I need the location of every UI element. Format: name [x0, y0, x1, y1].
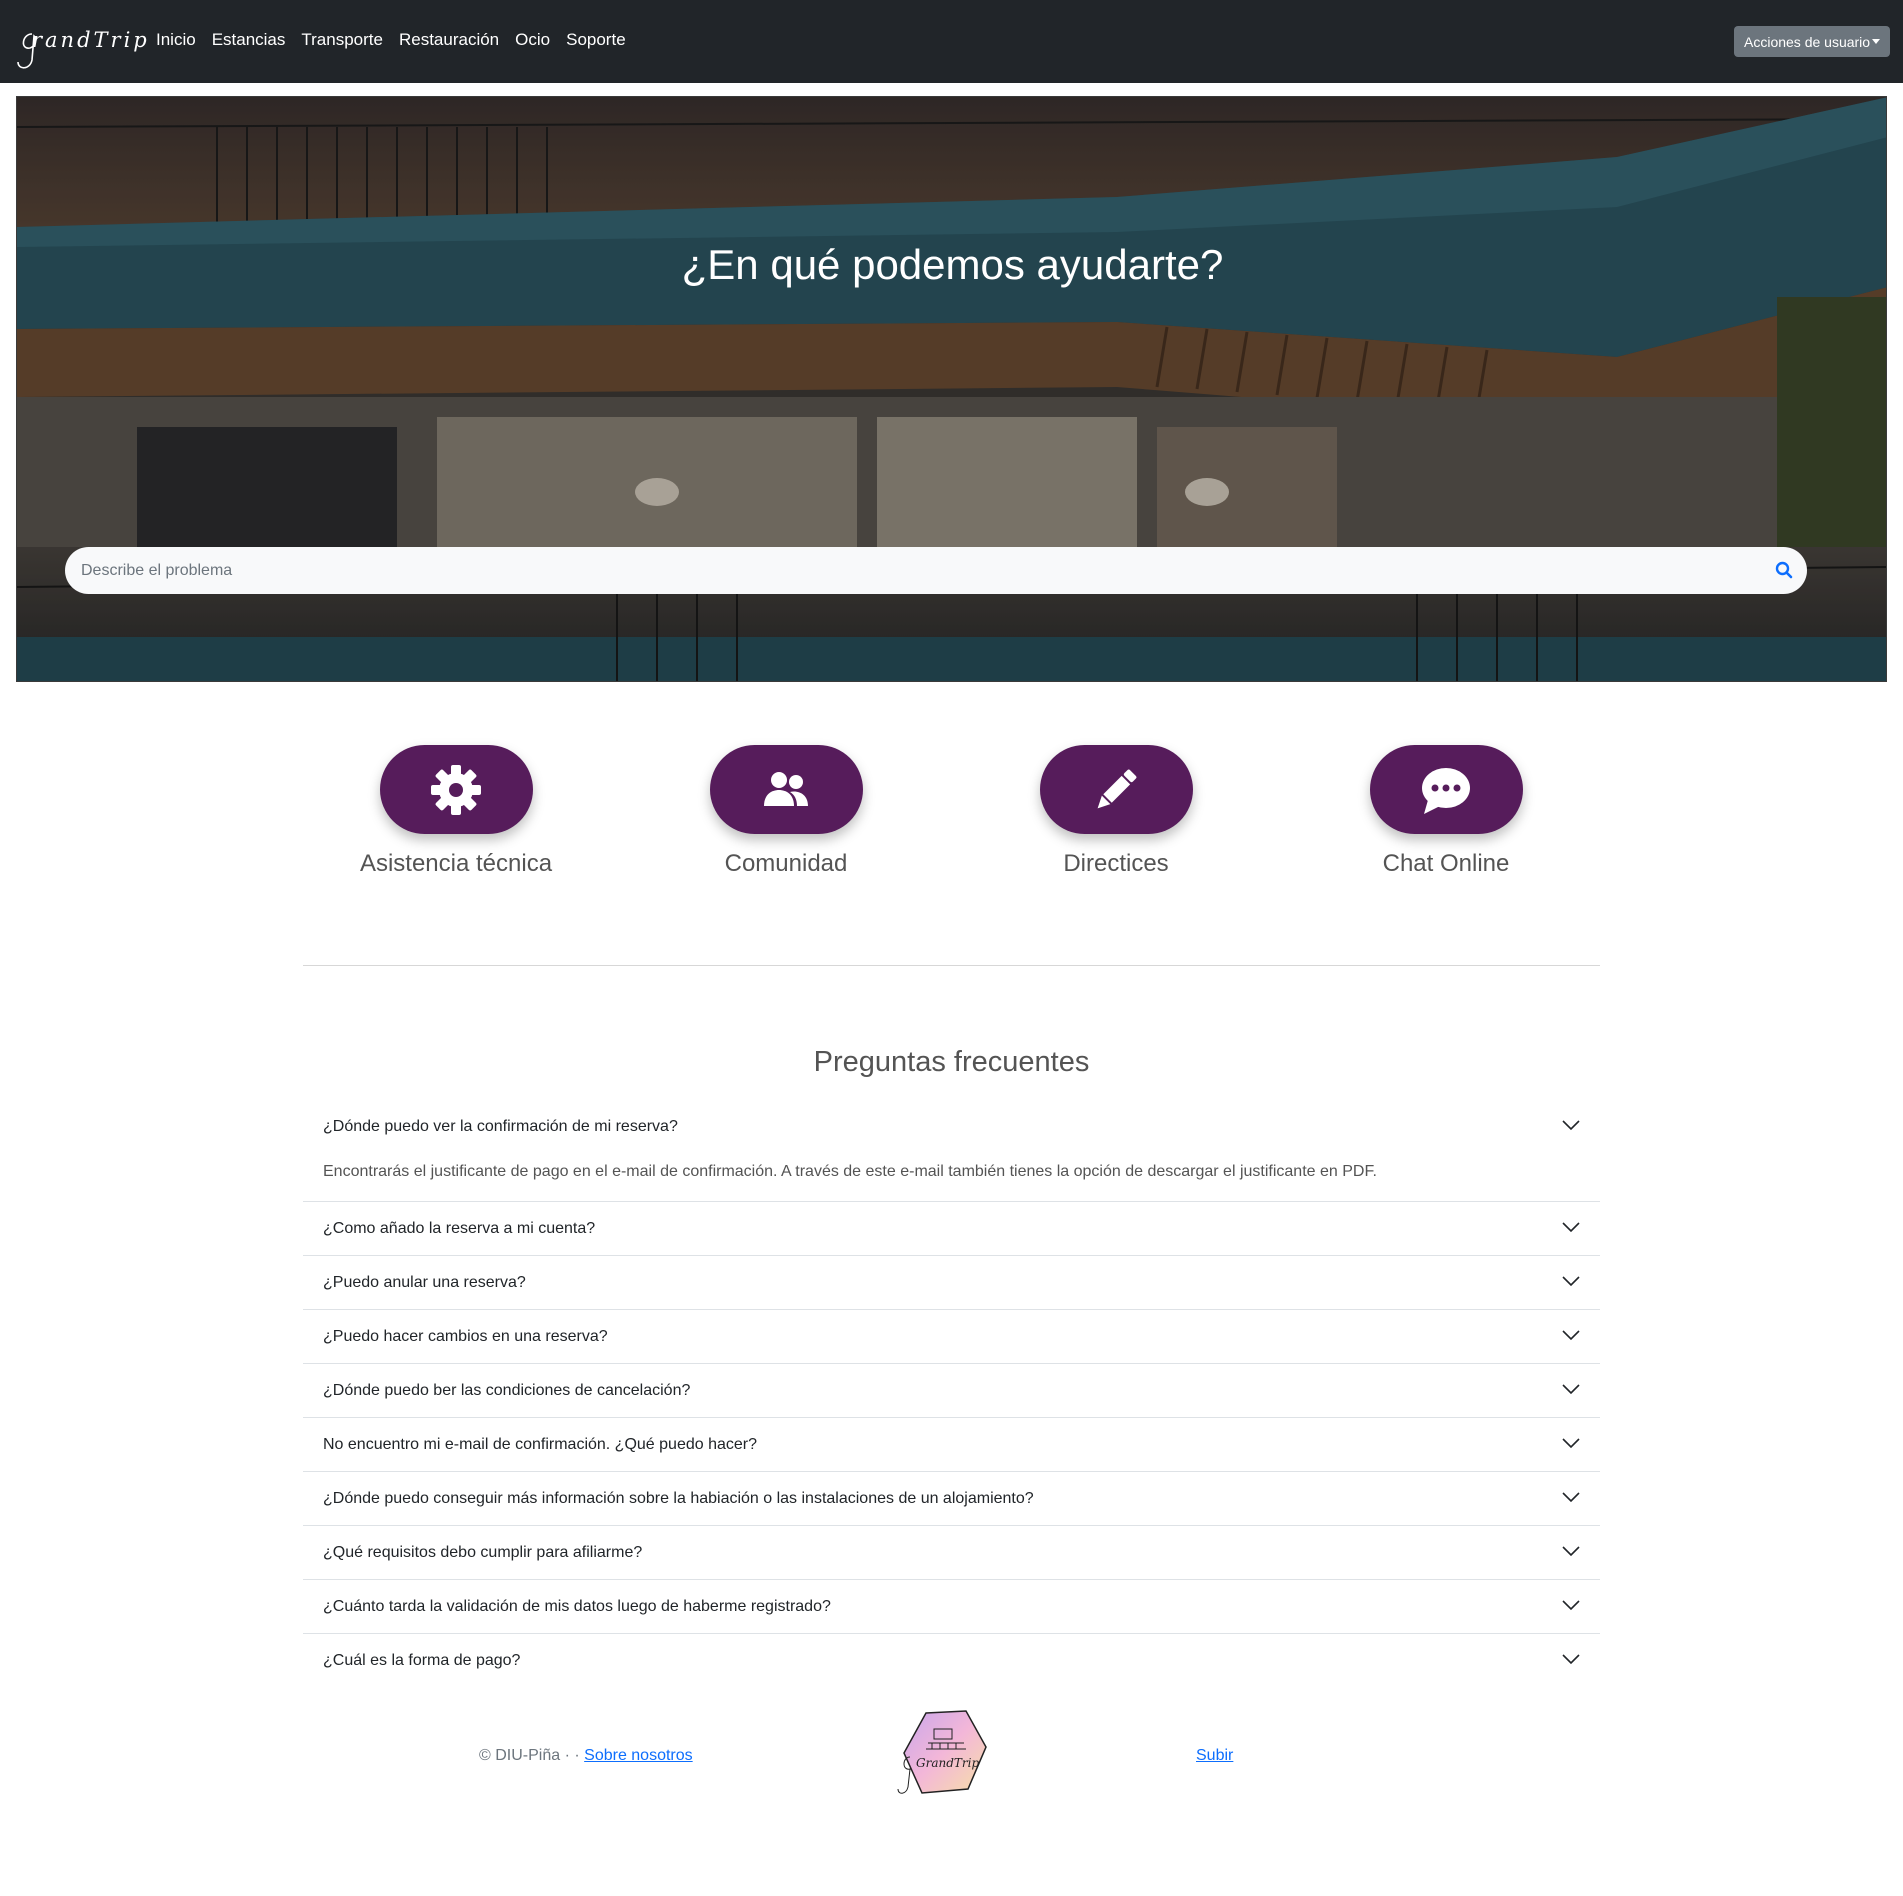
hero-background-image	[17, 97, 1886, 681]
brand-text: randTrip	[32, 28, 150, 52]
faq-question[interactable]: ¿Como añado la reserva a mi cuenta?	[303, 1202, 1600, 1255]
faq-question-text: ¿Cuál es la forma de pago?	[323, 1651, 521, 1669]
chevron-down-icon	[1562, 1276, 1580, 1287]
faq-question-text: ¿Puedo anular una reserva?	[323, 1273, 526, 1291]
nav-link-ocio[interactable]: Ocio	[515, 30, 550, 50]
chevron-down-icon	[1562, 1384, 1580, 1395]
faq-item: ¿Puedo anular una reserva?	[303, 1256, 1600, 1310]
caret-down-icon	[1872, 39, 1880, 44]
chevron-down-icon	[1562, 1492, 1580, 1503]
about-link[interactable]: Sobre nosotros	[584, 1747, 693, 1764]
user-actions-label: Acciones de usuario	[1744, 33, 1871, 50]
faq-question[interactable]: ¿Dónde puedo conseguir más información s…	[303, 1472, 1600, 1525]
section-divider	[303, 965, 1600, 966]
faq-question[interactable]: ¿Puedo hacer cambios en una reserva?	[303, 1310, 1600, 1363]
chevron-down-icon	[1562, 1654, 1580, 1665]
nav-link-soporte[interactable]: Soporte	[566, 30, 626, 50]
main-nav: Inicio Estancias Transporte Restauración…	[156, 30, 642, 50]
chevron-down-icon	[1562, 1438, 1580, 1449]
nav-link-restauracion[interactable]: Restauración	[399, 30, 499, 50]
faq-question-text: ¿Como añado la reserva a mi cuenta?	[323, 1219, 596, 1237]
faq-item: ¿Cuál es la forma de pago?	[303, 1634, 1600, 1687]
chat-icon	[1422, 767, 1470, 814]
faq-question[interactable]: ¿Cuál es la forma de pago?	[303, 1634, 1600, 1687]
faq-question-text: ¿Dónde puedo ver la confirmación de mi r…	[323, 1117, 678, 1135]
search-bar	[65, 547, 1807, 594]
faq-question-text: ¿Puedo hacer cambios en una reserva?	[323, 1327, 608, 1345]
copyright-text: © DIU-Piña · ·	[479, 1747, 580, 1764]
faq-question-text: ¿Qué requisitos debo cumplir para afilia…	[323, 1543, 643, 1561]
category-pill[interactable]	[709, 745, 863, 834]
brand-logo[interactable]: randTrip	[14, 20, 147, 72]
search-icon[interactable]	[1775, 561, 1793, 579]
footer-logo[interactable]: GrandTrip	[896, 1707, 992, 1799]
category-pill[interactable]	[1369, 745, 1523, 834]
faq-item: ¿Dónde puedo conseguir más información s…	[303, 1472, 1600, 1526]
pencil-icon	[1097, 769, 1137, 808]
chevron-down-icon	[1562, 1120, 1580, 1131]
chevron-down-icon	[1562, 1600, 1580, 1611]
faq-accordion: ¿Dónde puedo ver la confirmación de mi r…	[303, 1100, 1600, 1687]
users-icon	[764, 771, 808, 806]
faq-question[interactable]: ¿Dónde puedo ber las condiciones de canc…	[303, 1364, 1600, 1417]
category-directices[interactable]: Directices	[986, 745, 1246, 878]
faq-answer: Encontrarás el justificante de pago en e…	[323, 1163, 1377, 1180]
faq-item: ¿Cuánto tarda la validación de mis datos…	[303, 1580, 1600, 1634]
chevron-down-icon	[1562, 1546, 1580, 1557]
footer-logo-text: GrandTrip	[916, 1756, 979, 1770]
faq-item: ¿Qué requisitos debo cumplir para afilia…	[303, 1526, 1600, 1580]
faq-item: ¿Dónde puedo ver la confirmación de mi r…	[303, 1100, 1600, 1202]
faq-item: ¿Puedo hacer cambios en una reserva?	[303, 1310, 1600, 1364]
category-label: Comunidad	[724, 850, 848, 877]
faq-item: ¿Como añado la reserva a mi cuenta?	[303, 1202, 1600, 1256]
nav-link-transporte[interactable]: Transporte	[301, 30, 383, 50]
chevron-down-icon	[1562, 1330, 1580, 1341]
footer-copyright: © DIU-Piña · · Sobre nosotros	[479, 1747, 693, 1765]
nav-link-inicio[interactable]: Inicio	[156, 30, 196, 50]
gear-icon	[431, 764, 481, 815]
faq-question[interactable]: ¿Puedo anular una reserva?	[303, 1256, 1600, 1309]
faq-question-text: No encuentro mi e-mail de confirmación. …	[323, 1435, 757, 1453]
faq-question-text: ¿Dónde puedo conseguir más información s…	[323, 1489, 1034, 1507]
hero-title: ¿En qué podemos ayudarte?	[681, 241, 1224, 288]
search-input[interactable]	[81, 547, 1731, 594]
chevron-down-icon	[1562, 1222, 1580, 1233]
nav-link-estancias[interactable]: Estancias	[212, 30, 286, 50]
user-actions-dropdown[interactable]: Acciones de usuario	[1734, 26, 1890, 57]
category-label: Chat Online	[1382, 850, 1510, 877]
hero-banner: ¿En qué podemos ayudarte?	[16, 96, 1887, 682]
category-label: Directices	[1063, 850, 1169, 877]
category-label: Asistencia técnica	[359, 850, 553, 877]
faq-question[interactable]: ¿Dónde puedo ver la confirmación de mi r…	[303, 1100, 1600, 1153]
back-to-top-link[interactable]: Subir	[1196, 1747, 1233, 1765]
faq-question-text: ¿Cuánto tarda la validación de mis datos…	[323, 1597, 831, 1615]
faq-question-text: ¿Dónde puedo ber las condiciones de canc…	[323, 1381, 691, 1399]
category-chat-online[interactable]: Chat Online	[1316, 745, 1576, 878]
category-comunidad[interactable]: Comunidad	[656, 745, 916, 878]
category-asistencia-tecnica[interactable]: Asistencia técnica	[326, 745, 586, 878]
faq-question[interactable]: ¿Qué requisitos debo cumplir para afilia…	[303, 1526, 1600, 1579]
faq-item: No encuentro mi e-mail de confirmación. …	[303, 1418, 1600, 1472]
faq-question[interactable]: No encuentro mi e-mail de confirmación. …	[303, 1418, 1600, 1471]
category-pill[interactable]	[1039, 745, 1193, 834]
faq-title: Preguntas frecuentes	[813, 1046, 1090, 1078]
category-pill[interactable]	[379, 745, 533, 834]
faq-question[interactable]: ¿Cuánto tarda la validación de mis datos…	[303, 1580, 1600, 1633]
top-navbar: randTrip Inicio Estancias Transporte Res…	[0, 0, 1903, 83]
faq-item: ¿Dónde puedo ber las condiciones de canc…	[303, 1364, 1600, 1418]
